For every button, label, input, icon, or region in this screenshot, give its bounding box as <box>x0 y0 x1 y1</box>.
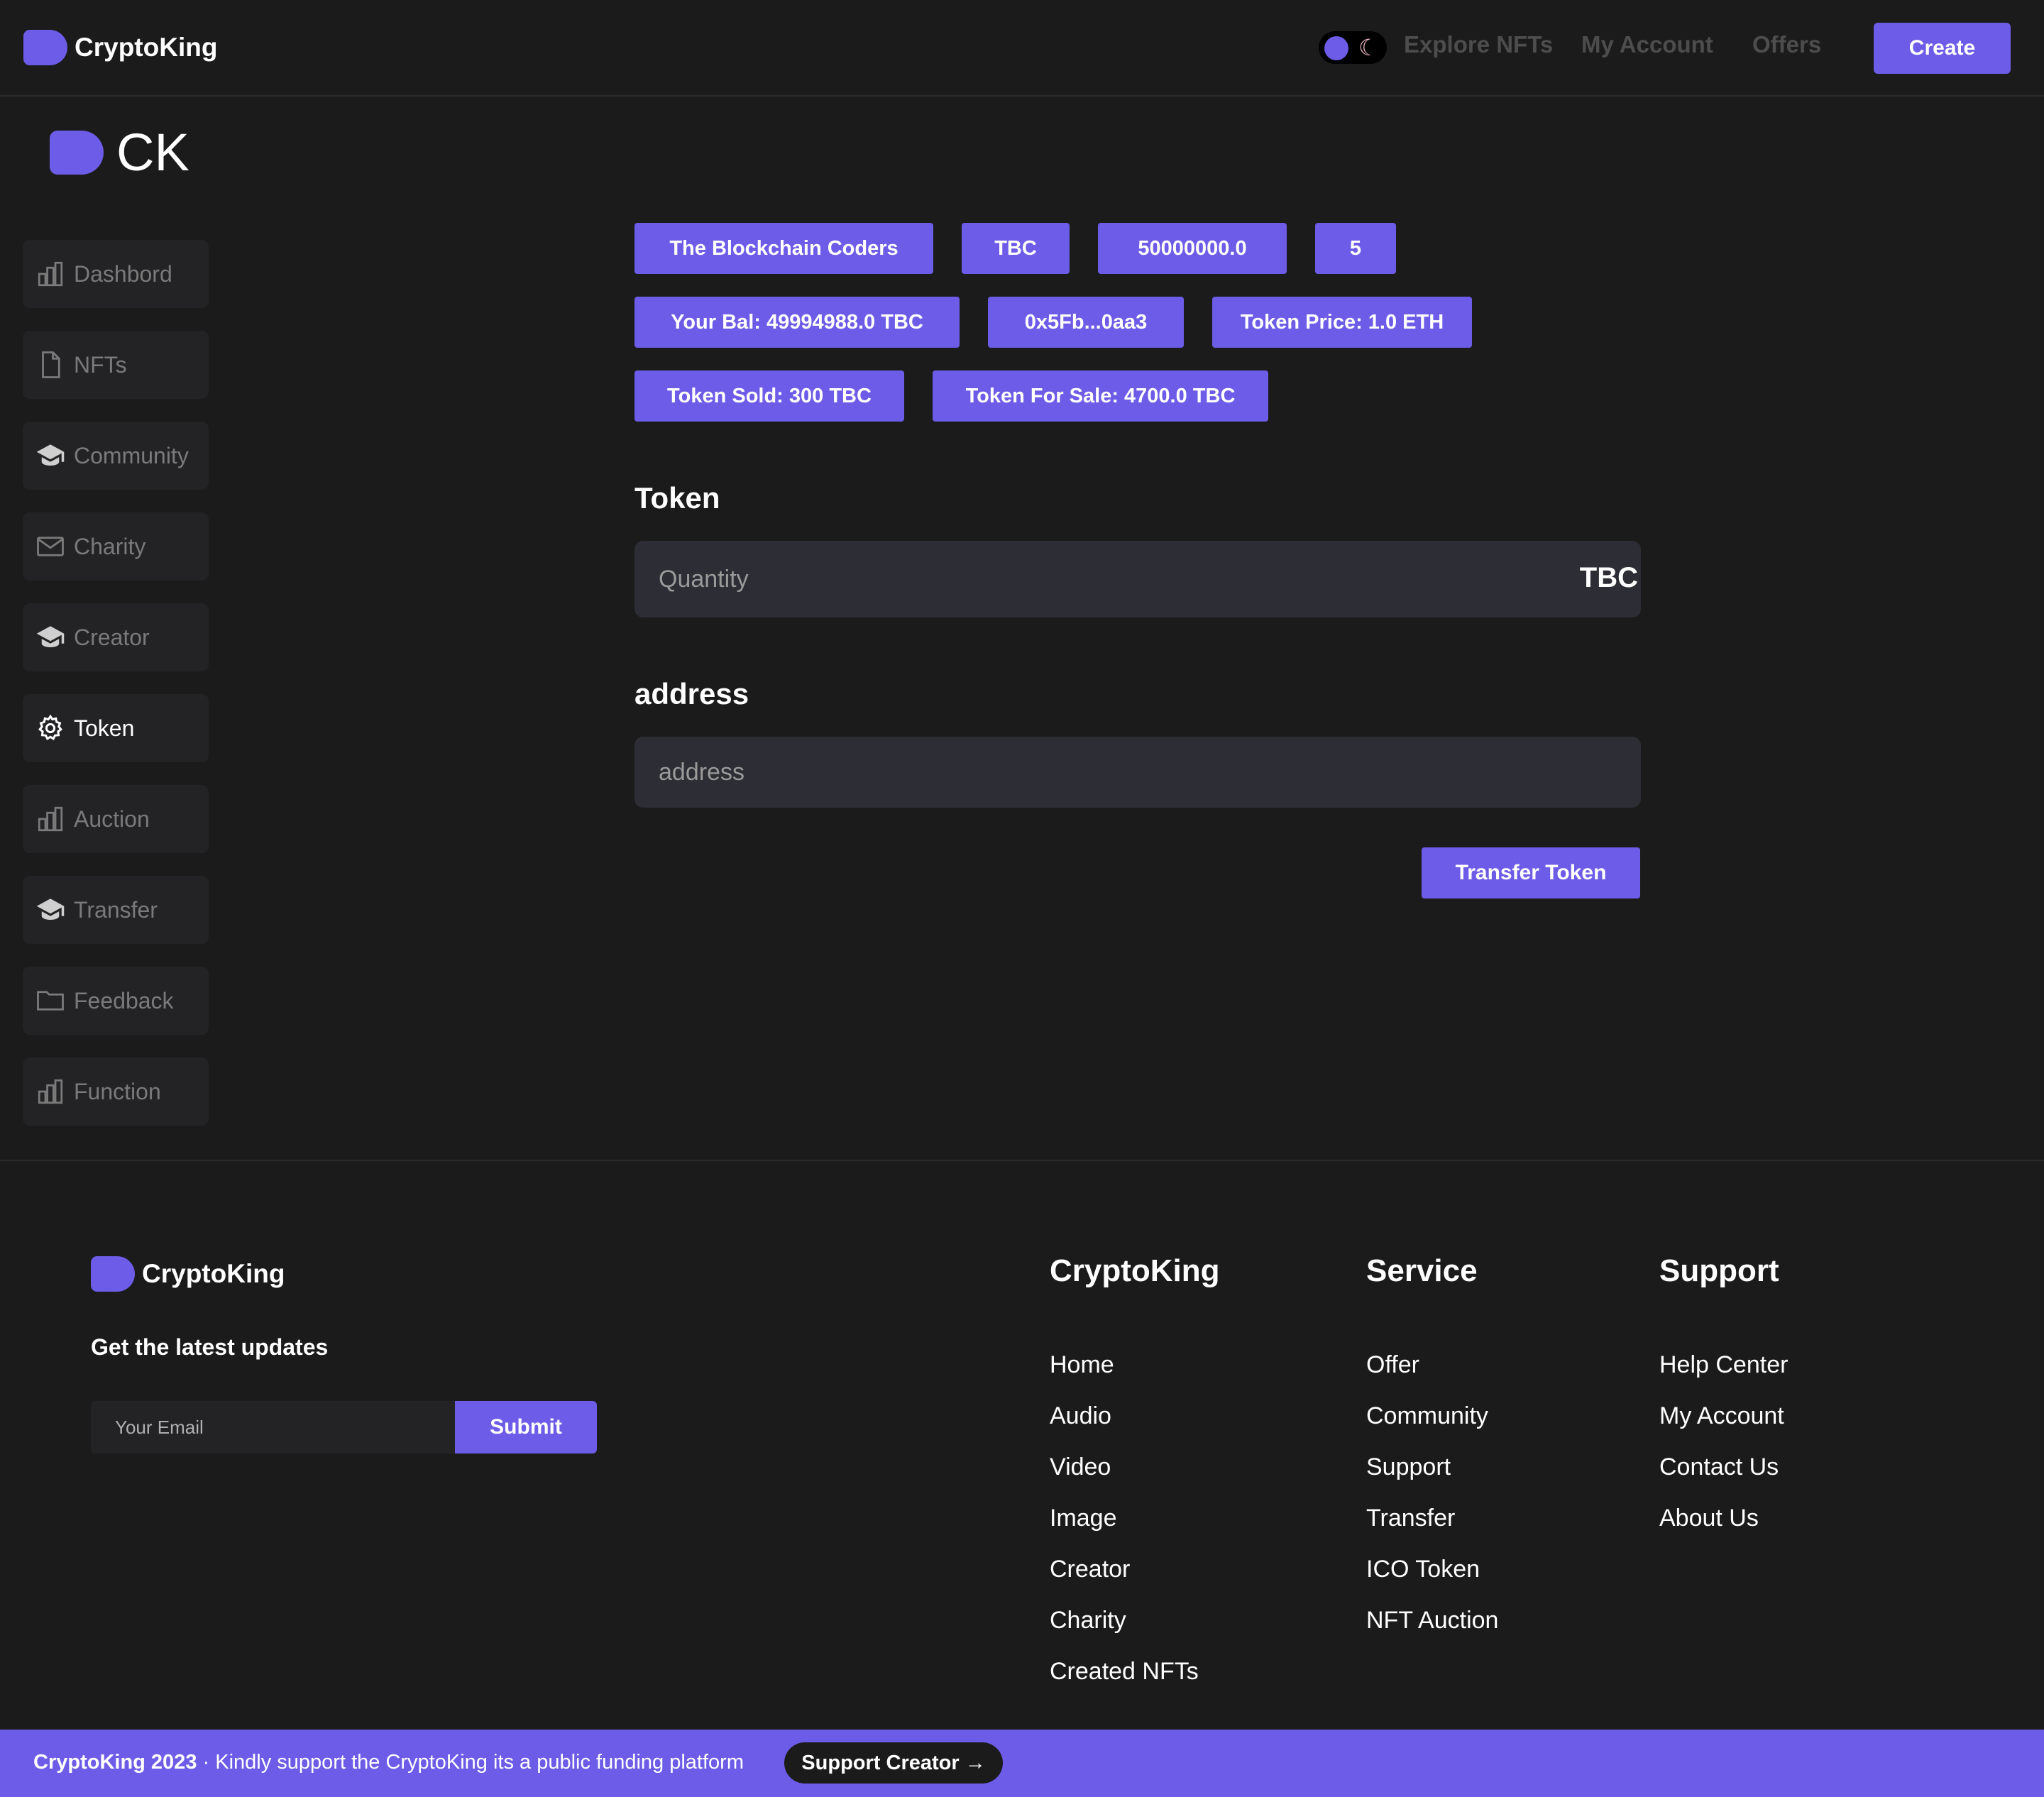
footer-divider <box>0 1160 2044 1161</box>
sidebar-logo[interactable]: CK <box>50 122 189 182</box>
footer-link-image[interactable]: Image <box>1050 1505 1117 1532</box>
sidebar-item-label: Feedback <box>74 987 174 1013</box>
address-field-wrapper <box>634 737 1641 808</box>
sidebar-item-token[interactable]: Token <box>23 694 209 762</box>
sidebar-item-label: NFTs <box>74 351 127 378</box>
sidebar-item-transfer[interactable]: Transfer <box>23 876 209 944</box>
token-holders-badge: 5 <box>1315 223 1396 274</box>
bar-chart-icon <box>38 1079 63 1104</box>
quantity-field-wrapper: TBC <box>634 541 1641 617</box>
footer-link-contact-us[interactable]: Contact Us <box>1659 1453 1779 1481</box>
sidebar-item-community[interactable]: Community <box>23 422 209 490</box>
sidebar-item-label: Dashbord <box>74 260 172 287</box>
footer-link-help-center[interactable]: Help Center <box>1659 1351 1788 1379</box>
footer-col-title-service: Service <box>1366 1253 1478 1288</box>
bar-chart-icon <box>38 261 63 287</box>
address-badge: 0x5Fb...0aa3 <box>988 297 1184 348</box>
arrow-right-icon: → <box>965 1751 986 1774</box>
nav-explore-nfts[interactable]: Explore NFTs <box>1404 31 1553 58</box>
theme-toggle[interactable]: ☾ <box>1319 31 1387 64</box>
sidebar-item-label: Transfer <box>74 896 158 923</box>
footer-link-charity[interactable]: Charity <box>1050 1607 1126 1634</box>
balance-badge: Your Bal: 49994988.0 TBC <box>634 297 960 348</box>
sidebar-item-nfts[interactable]: NFTs <box>23 331 209 399</box>
brand-logo[interactable]: CryptoKing <box>23 30 217 65</box>
file-icon <box>42 351 60 378</box>
sidebar-item-dashbord[interactable]: Dashbord <box>23 240 209 308</box>
footer-link-community[interactable]: Community <box>1366 1402 1488 1430</box>
footer-link-video[interactable]: Video <box>1050 1453 1111 1481</box>
sidebar-item-label: Creator <box>74 624 150 650</box>
token-supply-badge: 50000000.0 <box>1098 223 1287 274</box>
token-price-badge: Token Price: 1.0 ETH <box>1212 297 1472 348</box>
logo-pill-icon <box>23 30 67 65</box>
newsletter-email-wrapper <box>91 1401 456 1453</box>
logo-pill-icon <box>50 130 104 175</box>
sidebar-item-feedback[interactable]: Feedback <box>23 967 209 1035</box>
separator-dot: · <box>202 1751 210 1774</box>
support-message: Kindly support the CryptoKing its a publ… <box>215 1751 744 1774</box>
footer-link-home[interactable]: Home <box>1050 1351 1114 1379</box>
brand-name: CryptoKing <box>75 33 218 62</box>
address-input[interactable] <box>634 737 1641 808</box>
quantity-input[interactable] <box>634 541 1641 617</box>
newsletter-heading: Get the latest updates <box>91 1334 329 1360</box>
footer-brand-name: CryptoKing <box>142 1259 285 1288</box>
footer-link-offer[interactable]: Offer <box>1366 1351 1419 1379</box>
sidebar-logo-text: CK <box>116 123 189 182</box>
moon-icon: ☾ <box>1358 35 1379 60</box>
footer-link-nft-auction[interactable]: NFT Auction <box>1366 1607 1498 1634</box>
newsletter-email-input[interactable] <box>91 1401 456 1453</box>
footer-col-title-cryptoking: CryptoKing <box>1050 1253 1220 1288</box>
mail-icon <box>37 537 64 556</box>
create-button[interactable]: Create <box>1874 23 2011 74</box>
quantity-unit: TBC <box>1579 562 1638 593</box>
nav-offers[interactable]: Offers <box>1752 31 1821 58</box>
sidebar-item-label: Auction <box>74 806 150 832</box>
sidebar-item-auction[interactable]: Auction <box>23 785 209 853</box>
nav-my-account[interactable]: My Account <box>1581 31 1713 58</box>
sidebar-item-charity[interactable]: Charity <box>23 512 209 581</box>
toggle-knob <box>1324 36 1348 60</box>
token-section-title: Token <box>634 481 720 515</box>
bottom-bar: CryptoKing 2023 · Kindly support the Cry… <box>0 1730 2044 1797</box>
footer-link-ico-token[interactable]: ICO Token <box>1366 1556 1480 1583</box>
token-sold-badge: Token Sold: 300 TBC <box>634 370 904 422</box>
token-name-badge: The Blockchain Coders <box>634 223 933 274</box>
address-section-title: address <box>634 677 749 710</box>
footer-link-created-nfts[interactable]: Created NFTs <box>1050 1658 1199 1686</box>
graduation-cap-icon <box>36 444 65 466</box>
sidebar-item-function[interactable]: Function <box>23 1057 209 1126</box>
sidebar-item-label: Charity <box>74 533 146 559</box>
folder-icon <box>37 991 64 1011</box>
token-for-sale-badge: Token For Sale: 4700.0 TBC <box>933 370 1268 422</box>
support-creator-button[interactable]: Support Creator → <box>784 1742 1003 1784</box>
top-navbar: CryptoKing ☾ Explore NFTs My Account Off… <box>0 0 2044 97</box>
copyright-text: CryptoKing 2023 <box>33 1751 197 1774</box>
bar-chart-icon <box>38 806 63 832</box>
graduation-cap-icon <box>36 898 65 920</box>
footer-link-my-account[interactable]: My Account <box>1659 1402 1784 1430</box>
token-symbol-badge: TBC <box>962 223 1070 274</box>
newsletter-submit-button[interactable]: Submit <box>455 1401 597 1453</box>
footer-link-creator[interactable]: Creator <box>1050 1556 1130 1583</box>
footer-link-audio[interactable]: Audio <box>1050 1402 1111 1430</box>
gear-icon <box>38 714 62 741</box>
sidebar-item-label: Function <box>74 1078 161 1104</box>
footer-brand-logo[interactable]: CryptoKing <box>91 1256 285 1292</box>
sidebar-item-label: Community <box>74 442 189 468</box>
footer-link-support[interactable]: Support <box>1366 1453 1451 1481</box>
logo-pill-icon <box>91 1256 135 1292</box>
support-creator-label: Support Creator <box>801 1751 960 1774</box>
transfer-token-button[interactable]: Transfer Token <box>1422 847 1640 898</box>
bottom-bar-text: CryptoKing 2023 · Kindly support the Cry… <box>33 1751 744 1774</box>
footer-col-title-support: Support <box>1659 1253 1779 1288</box>
footer-link-about-us[interactable]: About Us <box>1659 1505 1759 1532</box>
sidebar-item-creator[interactable]: Creator <box>23 603 209 671</box>
footer-link-transfer[interactable]: Transfer <box>1366 1505 1455 1532</box>
sidebar-item-label: Token <box>74 715 135 741</box>
graduation-cap-icon <box>36 626 65 647</box>
